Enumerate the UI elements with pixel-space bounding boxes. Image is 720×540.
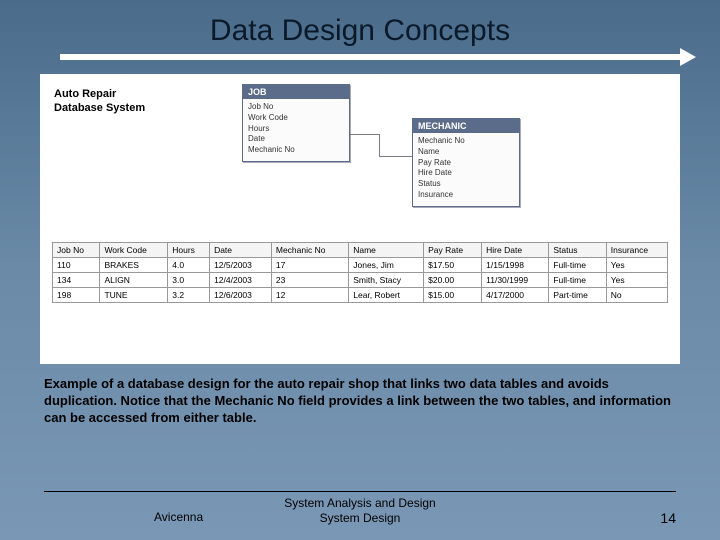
entity-mechanic-header: MECHANIC [413, 119, 519, 133]
attr: Insurance [418, 190, 514, 201]
footer-line1: System Analysis and Design [44, 496, 676, 511]
title-underline-arrow [60, 54, 680, 60]
cell: No [606, 288, 667, 303]
slide-footer: System Analysis and Design System Design… [44, 491, 676, 526]
col-header: Insurance [606, 243, 667, 258]
cell: 3.2 [168, 288, 210, 303]
erd-diagram: JOB Job No Work Code Hours Date Mechanic… [52, 84, 668, 234]
attr: Mechanic No [248, 145, 344, 156]
attr: Work Code [248, 113, 344, 124]
entity-job-attrs: Job No Work Code Hours Date Mechanic No [243, 99, 349, 161]
cell: Full-time [549, 273, 606, 288]
footer-author: Avicenna [154, 510, 203, 524]
cell: BRAKES [100, 258, 168, 273]
cell: 12/6/2003 [210, 288, 272, 303]
table-row: 198 TUNE 3.2 12/6/2003 12 Lear, Robert $… [53, 288, 668, 303]
cell: 17 [271, 258, 348, 273]
table-row: 134 ALIGN 3.0 12/4/2003 23 Smith, Stacy … [53, 273, 668, 288]
cell: $17.50 [424, 258, 482, 273]
col-header: Status [549, 243, 606, 258]
cell: 1/15/1998 [482, 258, 549, 273]
figure-panel: Auto RepairDatabase System JOB Job No Wo… [40, 74, 680, 364]
cell: Smith, Stacy [349, 273, 424, 288]
attr: Job No [248, 102, 344, 113]
col-header: Pay Rate [424, 243, 482, 258]
cell: 3.0 [168, 273, 210, 288]
col-header: Mechanic No [271, 243, 348, 258]
cell: 12/4/2003 [210, 273, 272, 288]
attr: Hire Date [418, 168, 514, 179]
footer-line2: System Design [44, 511, 676, 526]
entity-mechanic-attrs: Mechanic No Name Pay Rate Hire Date Stat… [413, 133, 519, 206]
cell: $15.00 [424, 288, 482, 303]
cell: Part-time [549, 288, 606, 303]
attr: Mechanic No [418, 136, 514, 147]
attr: Pay Rate [418, 158, 514, 169]
cell: Jones, Jim [349, 258, 424, 273]
col-header: Job No [53, 243, 100, 258]
cell: Yes [606, 258, 667, 273]
connector-line [379, 134, 380, 156]
cell: Full-time [549, 258, 606, 273]
attr: Hours [248, 124, 344, 135]
cell: 11/30/1999 [482, 273, 549, 288]
table-header-row: Job No Work Code Hours Date Mechanic No … [53, 243, 668, 258]
cell: Yes [606, 273, 667, 288]
connector-line [350, 134, 380, 135]
cell: $20.00 [424, 273, 482, 288]
entity-job: JOB Job No Work Code Hours Date Mechanic… [242, 84, 350, 162]
figure-caption: Example of a database design for the aut… [44, 376, 676, 427]
cell: 110 [53, 258, 100, 273]
cell: 198 [53, 288, 100, 303]
col-header: Date [210, 243, 272, 258]
col-header: Hire Date [482, 243, 549, 258]
attr: Name [418, 147, 514, 158]
joined-data-table: Job No Work Code Hours Date Mechanic No … [52, 242, 668, 303]
attr: Date [248, 134, 344, 145]
connector-line [379, 156, 412, 157]
col-header: Name [349, 243, 424, 258]
col-header: Work Code [100, 243, 168, 258]
cell: Lear, Robert [349, 288, 424, 303]
cell: 12/5/2003 [210, 258, 272, 273]
entity-mechanic: MECHANIC Mechanic No Name Pay Rate Hire … [412, 118, 520, 207]
cell: 23 [271, 273, 348, 288]
cell: 4/17/2000 [482, 288, 549, 303]
table-row: 110 BRAKES 4.0 12/5/2003 17 Jones, Jim $… [53, 258, 668, 273]
page-number: 14 [660, 510, 676, 526]
col-header: Hours [168, 243, 210, 258]
cell: ALIGN [100, 273, 168, 288]
cell: 4.0 [168, 258, 210, 273]
cell: 134 [53, 273, 100, 288]
cell: 12 [271, 288, 348, 303]
attr: Status [418, 179, 514, 190]
entity-job-header: JOB [243, 85, 349, 99]
cell: TUNE [100, 288, 168, 303]
slide-title: Data Design Concepts [0, 0, 720, 54]
